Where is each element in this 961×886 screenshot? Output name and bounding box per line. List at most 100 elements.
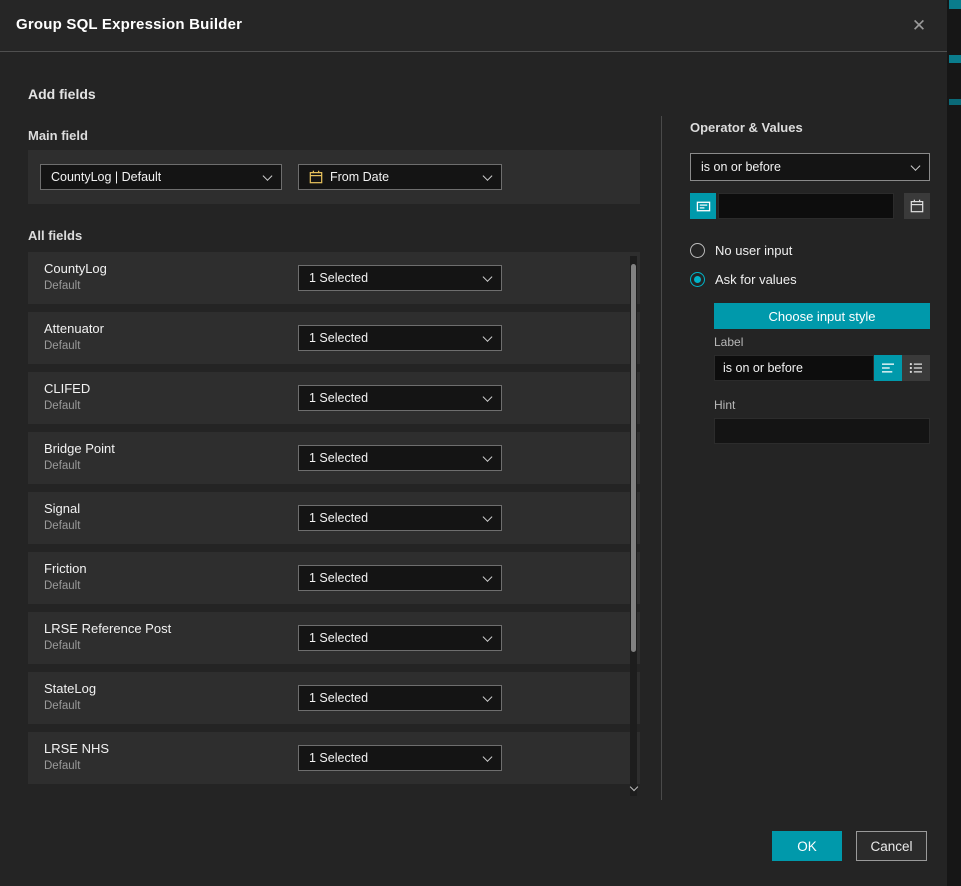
field-selected-value: 1 Selected	[309, 631, 368, 645]
field-selected-dropdown[interactable]: 1 Selected	[298, 565, 502, 591]
bullet-list-icon	[909, 362, 923, 374]
field-selected-dropdown[interactable]: 1 Selected	[298, 265, 502, 291]
value-input[interactable]	[718, 193, 894, 219]
field-selected-value: 1 Selected	[309, 451, 368, 465]
radio-ask-for-values[interactable]: Ask for values	[690, 272, 797, 287]
field-selected-value: 1 Selected	[309, 511, 368, 525]
field-selected-value: 1 Selected	[309, 271, 368, 285]
field-row: Friction Default 1 Selected	[28, 552, 640, 604]
operator-values-heading: Operator & Values	[690, 120, 803, 135]
field-type: Default	[44, 340, 80, 352]
hint-caption: Hint	[714, 398, 735, 412]
radio-ask-for-values-label: Ask for values	[715, 272, 797, 287]
list-input-style-button[interactable]	[902, 355, 930, 381]
field-name: LRSE Reference Post	[44, 621, 171, 636]
field-type: Default	[44, 760, 80, 772]
field-row: Attenuator Default 1 Selected	[28, 312, 640, 364]
field-row: CountyLog Default 1 Selected	[28, 252, 640, 304]
chevron-down-icon	[483, 272, 493, 282]
ok-button[interactable]: OK	[772, 831, 842, 861]
value-calendar-button[interactable]	[904, 193, 930, 219]
chevron-down-icon	[483, 392, 493, 402]
value-input-row	[690, 193, 930, 219]
main-field-source-value: CountyLog | Default	[51, 170, 161, 184]
chevron-down-icon	[483, 752, 493, 762]
field-name: Friction	[44, 561, 87, 576]
all-fields-list: CountyLog Default 1 Selected Attenuator …	[28, 252, 640, 784]
field-selected-dropdown[interactable]: 1 Selected	[298, 625, 502, 651]
field-row: Signal Default 1 Selected	[28, 492, 640, 544]
operator-value: is on or before	[701, 160, 781, 174]
operator-dropdown[interactable]: is on or before	[690, 153, 930, 181]
field-selected-dropdown[interactable]: 1 Selected	[298, 745, 502, 771]
field-name: CLIFED	[44, 381, 90, 396]
field-selected-dropdown[interactable]: 1 Selected	[298, 685, 502, 711]
field-row: StateLog Default 1 Selected	[28, 672, 640, 724]
chevron-down-icon	[483, 171, 493, 181]
field-selected-dropdown[interactable]: 1 Selected	[298, 445, 502, 471]
single-line-input-style-button[interactable]	[874, 355, 902, 381]
scrollbar-down-arrow-icon[interactable]	[630, 784, 637, 791]
calendar-icon	[910, 199, 924, 213]
background-accent-fragment	[949, 0, 961, 9]
radio-no-user-input[interactable]: No user input	[690, 243, 792, 258]
background-accent-fragment	[949, 99, 961, 105]
field-type: Default	[44, 460, 80, 472]
background-accent-fragment	[949, 55, 961, 63]
chevron-down-icon	[483, 572, 493, 582]
field-selected-dropdown[interactable]: 1 Selected	[298, 505, 502, 531]
chevron-down-icon	[263, 171, 273, 181]
close-icon[interactable]: ✕	[907, 14, 931, 38]
field-name: Bridge Point	[44, 441, 115, 456]
form-input-icon	[696, 199, 711, 214]
field-type: Default	[44, 640, 80, 652]
cancel-button[interactable]: Cancel	[856, 831, 927, 861]
group-sql-expression-builder-dialog: Group SQL Expression Builder ✕ Add field…	[0, 0, 961, 886]
hint-input[interactable]	[714, 418, 930, 444]
field-type: Default	[44, 520, 80, 532]
background-app-strip	[947, 0, 961, 886]
scrollbar-thumb[interactable]	[631, 264, 636, 652]
chevron-down-icon	[483, 332, 493, 342]
field-selected-value: 1 Selected	[309, 391, 368, 405]
field-row: LRSE Reference Post Default 1 Selected	[28, 612, 640, 664]
list-scrollbar[interactable]	[630, 256, 637, 796]
field-row: CLIFED Default 1 Selected	[28, 372, 640, 424]
main-field-panel: CountyLog | Default From Date	[28, 150, 640, 204]
field-name: StateLog	[44, 681, 96, 696]
field-selected-dropdown[interactable]: 1 Selected	[298, 385, 502, 411]
all-fields-label: All fields	[28, 228, 82, 243]
input-source-toggle-button[interactable]	[690, 193, 716, 219]
label-input[interactable]	[714, 355, 874, 381]
chevron-down-icon	[483, 512, 493, 522]
align-lines-icon	[881, 362, 895, 374]
chevron-down-icon	[483, 632, 493, 642]
calendar-icon	[309, 170, 323, 184]
field-selected-dropdown[interactable]: 1 Selected	[298, 325, 502, 351]
radio-unselected-icon	[690, 243, 705, 258]
field-type: Default	[44, 400, 80, 412]
field-type: Default	[44, 280, 80, 292]
field-name: Signal	[44, 501, 80, 516]
add-fields-heading: Add fields	[28, 86, 96, 102]
radio-no-user-input-label: No user input	[715, 243, 792, 258]
field-selected-value: 1 Selected	[309, 571, 368, 585]
chevron-down-icon	[483, 692, 493, 702]
field-selected-value: 1 Selected	[309, 331, 368, 345]
label-caption: Label	[714, 335, 743, 349]
field-name: LRSE NHS	[44, 741, 109, 756]
field-row: LRSE NHS Default 1 Selected	[28, 732, 640, 784]
choose-input-style-button[interactable]: Choose input style	[714, 303, 930, 329]
field-row: Bridge Point Default 1 Selected	[28, 432, 640, 484]
chevron-down-icon	[911, 161, 921, 171]
main-field-label: Main field	[28, 128, 88, 143]
field-name: Attenuator	[44, 321, 104, 336]
field-selected-value: 1 Selected	[309, 751, 368, 765]
dialog-titlebar: Group SQL Expression Builder ✕	[0, 0, 947, 52]
main-field-source-dropdown[interactable]: CountyLog | Default	[40, 164, 282, 190]
main-field-date-dropdown[interactable]: From Date	[298, 164, 502, 190]
field-selected-value: 1 Selected	[309, 691, 368, 705]
field-name: CountyLog	[44, 261, 107, 276]
chevron-down-icon	[483, 452, 493, 462]
dialog-title: Group SQL Expression Builder	[16, 16, 242, 33]
